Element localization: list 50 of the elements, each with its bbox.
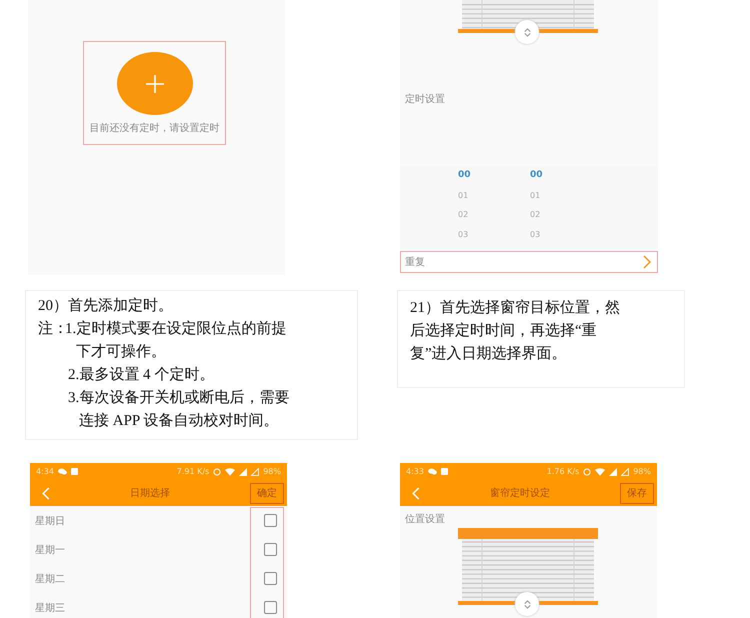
minute-option[interactable]: 02 <box>530 205 658 224</box>
back-icon[interactable] <box>42 486 50 500</box>
day-label: 星期一 <box>35 544 65 556</box>
action-button[interactable]: 保存 <box>620 482 654 504</box>
step-title: 20）首先添加定时。 <box>38 296 174 316</box>
checkbox[interactable] <box>264 572 277 585</box>
screen-title: 日期选择 <box>129 486 171 500</box>
checkbox[interactable] <box>264 543 277 556</box>
network-speed: 1.76 K/s <box>546 467 580 476</box>
empty-message: 目前还没有定时，请设置定时 <box>90 122 220 135</box>
checkbox[interactable] <box>264 601 277 614</box>
image-icon <box>440 468 448 475</box>
note-item: 3.每次设备开关机或断电后，需要连接 APP 设备自动校对时间。 <box>68 388 290 431</box>
alarm-icon <box>583 468 592 476</box>
chat-icon <box>428 468 437 475</box>
section-label: 位置设置 <box>405 512 446 526</box>
alarm-icon <box>213 468 222 476</box>
note-item: 1.定时模式要在设定限位点的前提下才可操作。 <box>65 319 288 362</box>
minute-option[interactable]: 00 <box>530 166 658 186</box>
note-item: 2.最多设置 4 个定时。 <box>68 365 216 385</box>
day-label: 星期三 <box>35 602 65 614</box>
battery-level: 98% <box>263 467 281 476</box>
section-label: 定时设置 <box>405 92 446 106</box>
image-icon <box>70 468 78 475</box>
status-time: 4:34 <box>36 467 54 476</box>
repeat-row[interactable]: 重复 <box>400 251 658 273</box>
hour-option[interactable]: 01 <box>458 186 530 205</box>
hour-option[interactable]: 00 <box>458 166 530 186</box>
chat-icon <box>58 468 67 475</box>
wifi-icon <box>595 468 606 476</box>
hour-option[interactable]: 03 <box>458 224 530 244</box>
network-speed: 7.91 K/s <box>176 467 210 476</box>
action-button[interactable]: 确定 <box>250 482 284 504</box>
wifi-icon <box>225 468 236 476</box>
minute-option[interactable]: 03 <box>530 224 658 244</box>
note-label: 注： <box>38 320 68 339</box>
checkbox[interactable] <box>264 514 277 527</box>
plus-icon <box>144 74 164 94</box>
day-label: 星期二 <box>35 572 65 586</box>
curtain-handle[interactable] <box>515 20 539 44</box>
step-text: 21）首先选择窗帘目标位置，然后选择定时时间，再选择“重复”进入日期选择界面。 <box>410 298 621 364</box>
minute-option[interactable]: 01 <box>530 186 658 205</box>
day-label: 星期日 <box>35 514 65 528</box>
chevron-right-icon <box>643 255 651 269</box>
battery-level: 98% <box>633 467 651 476</box>
hour-option[interactable]: 02 <box>458 205 530 224</box>
status-time: 4:33 <box>406 467 424 476</box>
curtain-handle[interactable] <box>515 592 539 616</box>
screen-title: 窗帘定时设定 <box>489 486 551 500</box>
back-icon[interactable] <box>412 486 420 500</box>
